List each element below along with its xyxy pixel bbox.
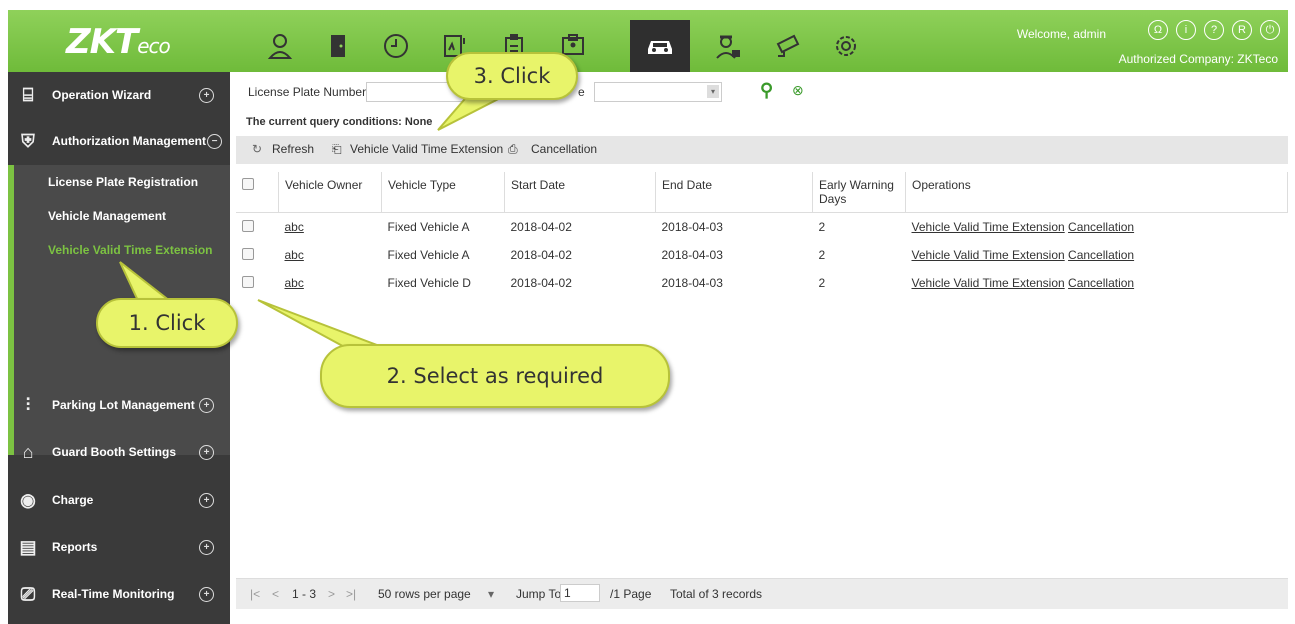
callout-step-3: 3. Click <box>446 52 578 100</box>
callout-step-2: 2. Select as required <box>320 344 670 408</box>
callout-step-1: 1. Click <box>96 298 238 348</box>
